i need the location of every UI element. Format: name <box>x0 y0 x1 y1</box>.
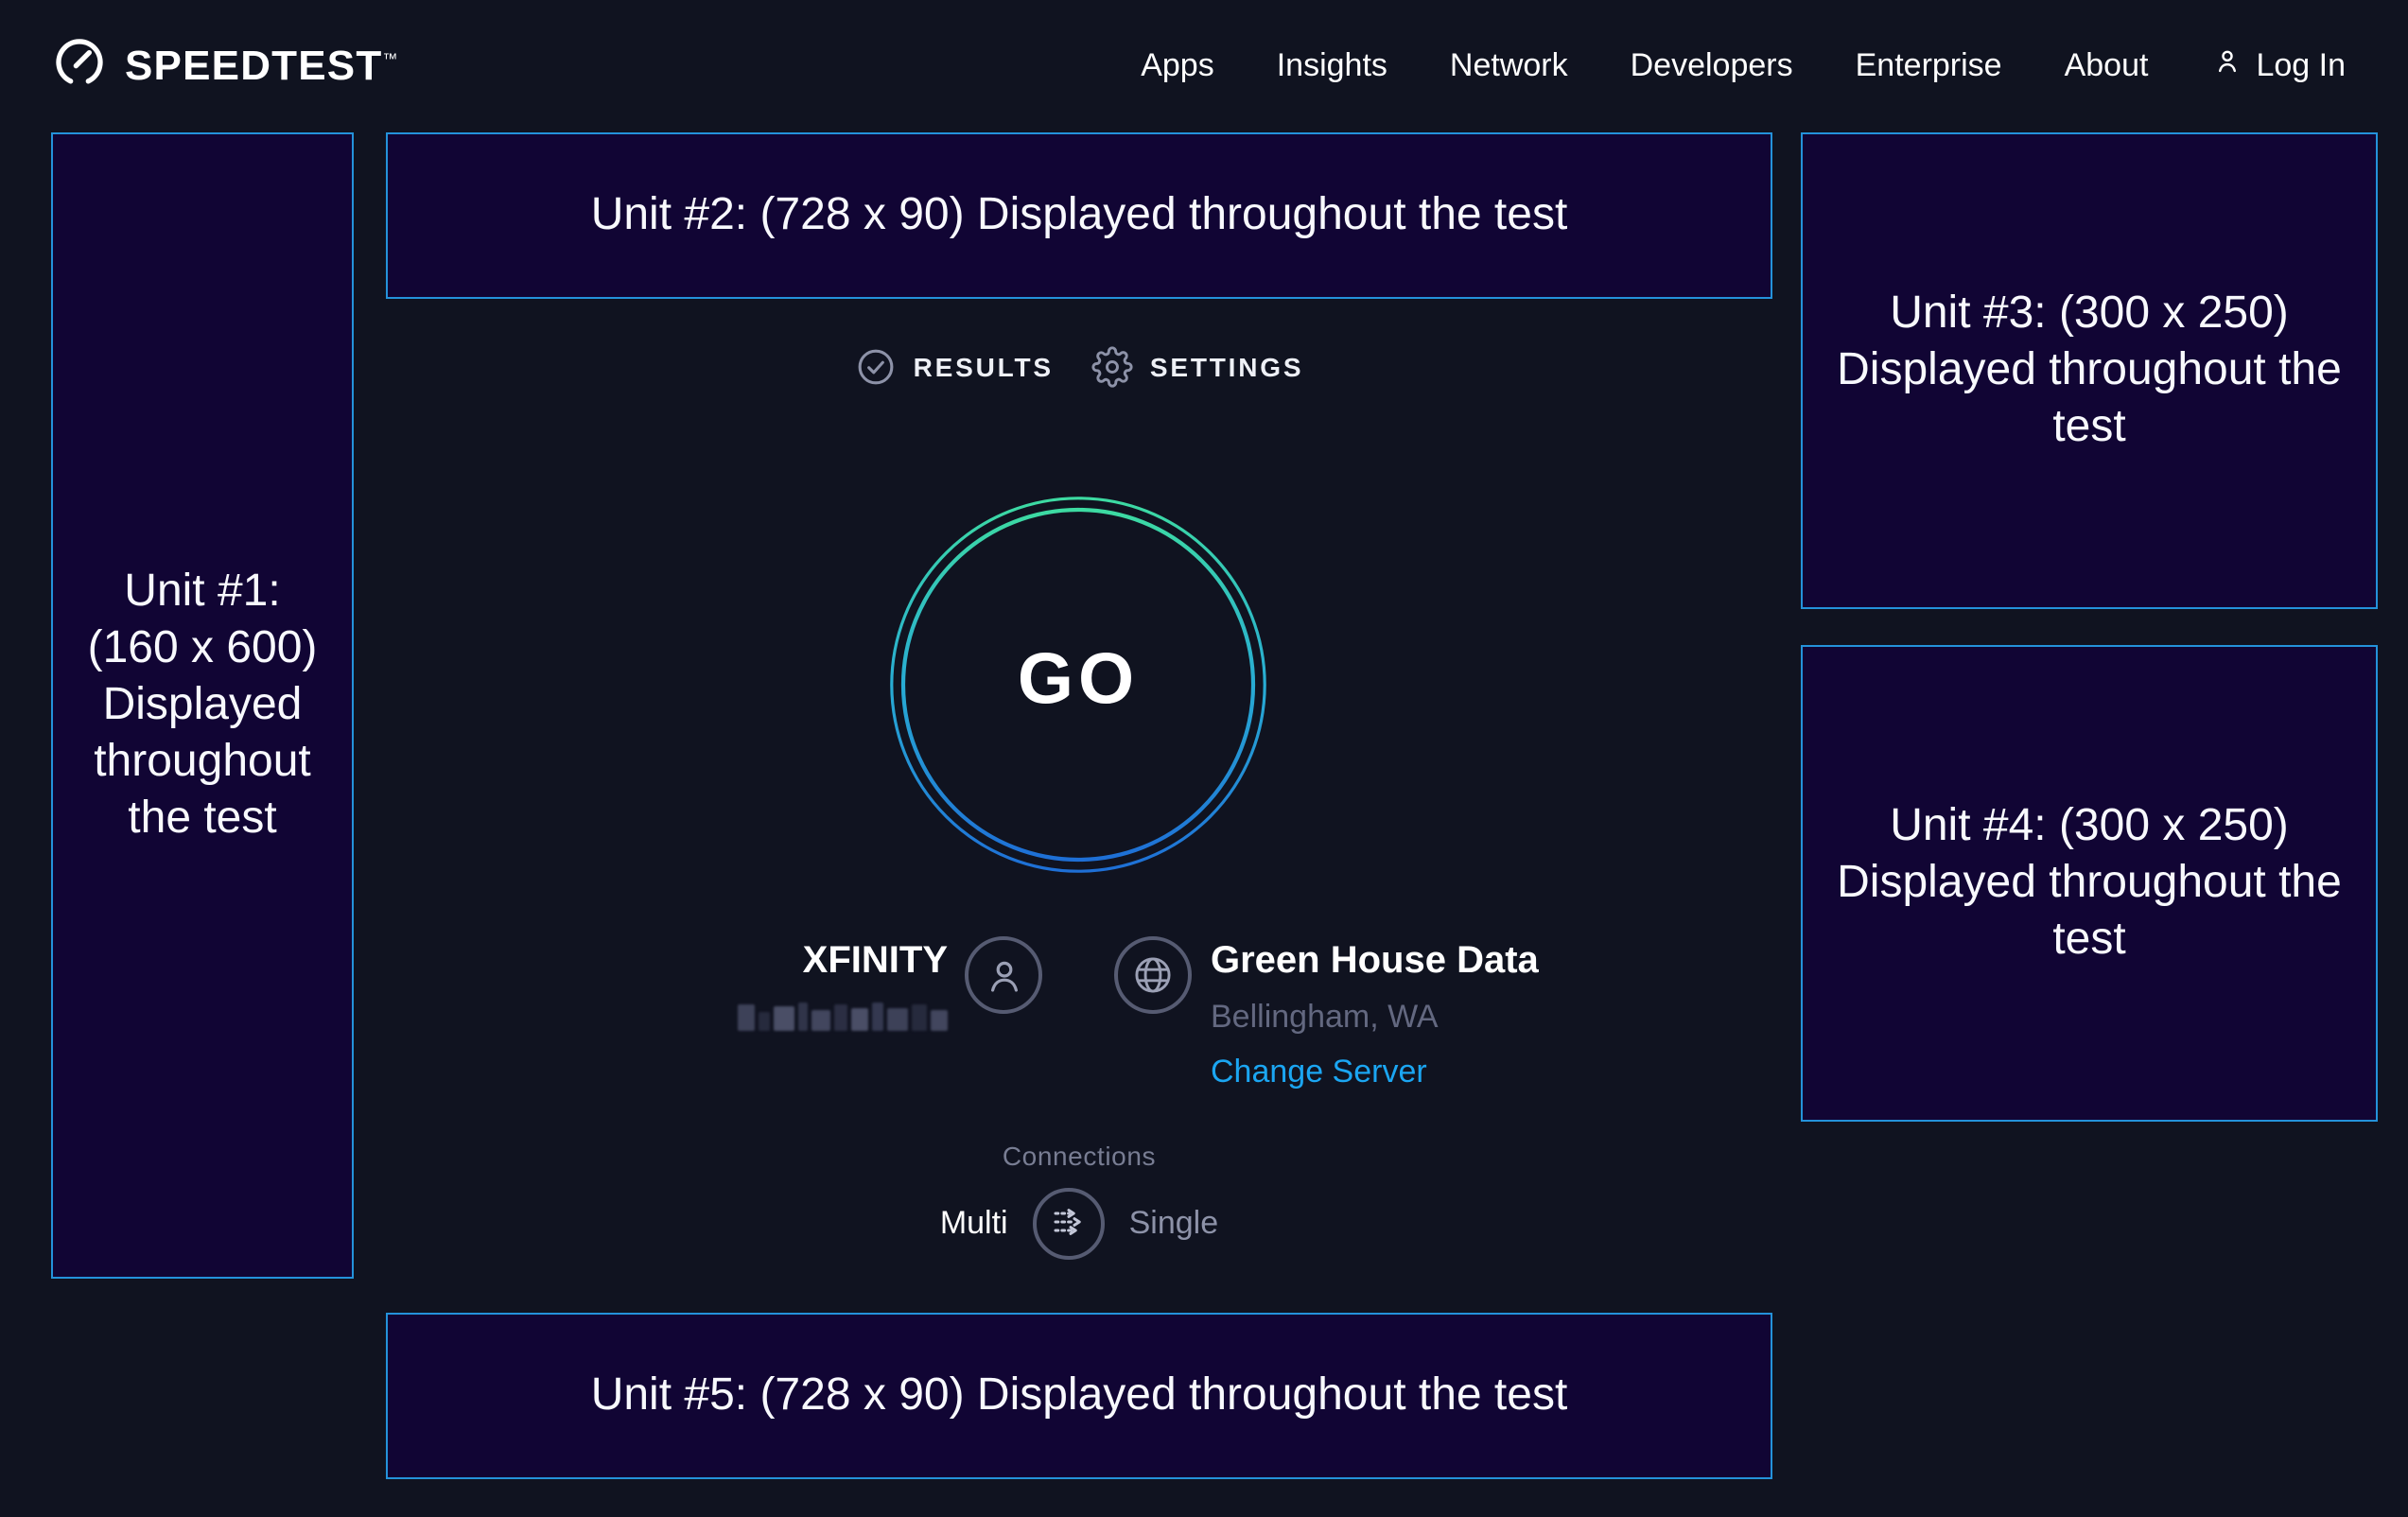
isp-info: XFINITY <box>738 936 1042 1031</box>
login-button[interactable]: Log In <box>2210 45 2346 87</box>
ad-unit-1[interactable]: Unit #1: (160 x 600) Displayed throughou… <box>51 132 354 1279</box>
nav-item-developers[interactable]: Developers <box>1631 47 1793 85</box>
trademark-symbol: ™ <box>382 50 398 67</box>
connections-multi-option[interactable]: Multi <box>940 1205 1008 1243</box>
nav-item-apps[interactable]: Apps <box>1141 47 1214 85</box>
speedtest-logo[interactable]: SPEEDTEST™ <box>51 33 399 99</box>
go-label: GO <box>889 641 1267 723</box>
go-button[interactable]: GO <box>889 496 1267 874</box>
ad-unit-5-text: Unit #5: (728 x 90) Displayed throughout… <box>591 1368 1568 1424</box>
ad-unit-2-text: Unit #2: (728 x 90) Displayed throughout… <box>591 187 1568 244</box>
logo-wordmark: SPEEDTEST™ <box>125 42 399 91</box>
ad-unit-4-text: Unit #4: (300 x 250) Displayed throughou… <box>1833 798 2346 968</box>
isp-name: XFINITY <box>738 940 948 984</box>
ad-unit-3-text: Unit #3: (300 x 250) Displayed throughou… <box>1833 286 2346 456</box>
tab-results[interactable]: RESULTS <box>855 346 1054 388</box>
top-nav-bar: SPEEDTEST™ Apps Insights Network Develop… <box>0 0 2408 132</box>
nav-item-network[interactable]: Network <box>1450 47 1568 85</box>
isp-ip-redacted <box>738 1003 948 1031</box>
server-info: Green House Data Bellingham, WA Change S… <box>1114 936 1539 1091</box>
connections-toggle-button[interactable] <box>1033 1188 1105 1260</box>
person-icon <box>2210 45 2242 87</box>
tab-settings-label: SETTINGS <box>1150 352 1303 382</box>
ad-unit-1-text: Unit #1: (160 x 600) Displayed throughou… <box>83 564 322 847</box>
main-nav: Apps Insights Network Developers Enterpr… <box>1141 45 2346 87</box>
multi-arrows-icon <box>1046 1198 1091 1249</box>
change-server-link[interactable]: Change Server <box>1211 1054 1539 1091</box>
login-label: Log In <box>2256 47 2346 85</box>
tab-settings[interactable]: SETTINGS <box>1091 346 1303 388</box>
server-name: Green House Data <box>1211 940 1539 984</box>
speedtest-gauge-icon <box>51 33 108 99</box>
connections-single-option[interactable]: Single <box>1129 1205 1219 1243</box>
person-circle-icon <box>965 936 1042 1014</box>
speedtest-page: SPEEDTEST™ Apps Insights Network Develop… <box>0 0 2408 1517</box>
ad-unit-3[interactable]: Unit #3: (300 x 250) Displayed throughou… <box>1801 132 2378 609</box>
server-location: Bellingham, WA <box>1211 999 1539 1037</box>
nav-item-about[interactable]: About <box>2065 47 2149 85</box>
connections-label: Connections <box>386 1141 1772 1171</box>
check-circle-icon <box>855 346 897 388</box>
results-settings-tabs: RESULTS SETTINGS <box>386 346 1772 388</box>
connections-section: Connections Multi Single <box>386 1141 1772 1260</box>
globe-circle-icon <box>1114 936 1192 1014</box>
ad-unit-2[interactable]: Unit #2: (728 x 90) Displayed throughout… <box>386 132 1772 299</box>
nav-item-insights[interactable]: Insights <box>1277 47 1387 85</box>
gear-icon <box>1091 346 1133 388</box>
nav-item-enterprise[interactable]: Enterprise <box>1856 47 2002 85</box>
tab-results-label: RESULTS <box>914 352 1054 382</box>
ad-unit-5[interactable]: Unit #5: (728 x 90) Displayed throughout… <box>386 1313 1772 1479</box>
ad-unit-4[interactable]: Unit #4: (300 x 250) Displayed throughou… <box>1801 645 2378 1122</box>
